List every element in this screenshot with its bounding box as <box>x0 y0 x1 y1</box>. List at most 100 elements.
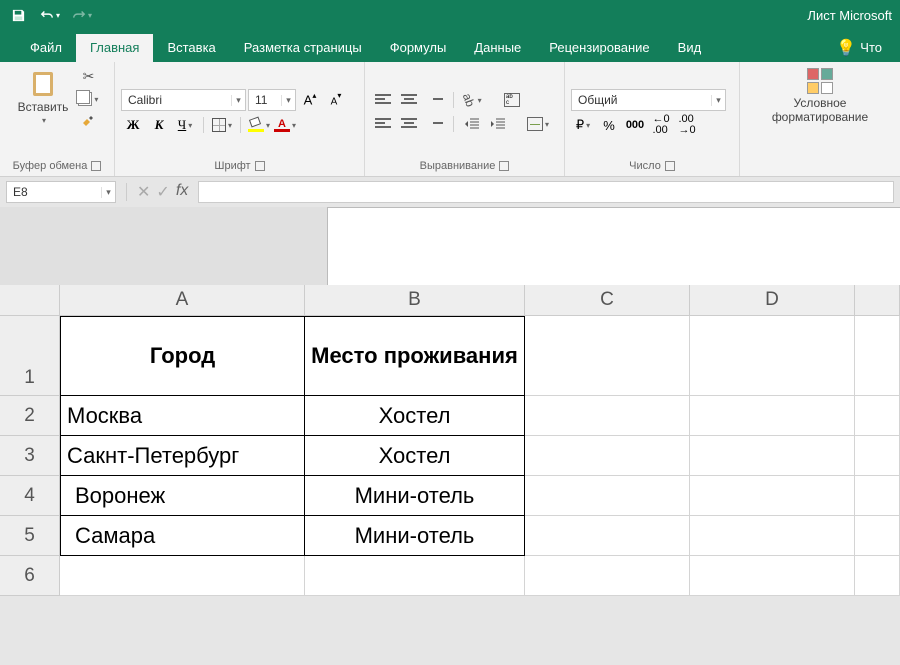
alignment-dialog-launcher[interactable] <box>499 161 509 171</box>
select-all-corner[interactable] <box>0 285 60 316</box>
orientation-button[interactable]: ab▾ <box>460 90 484 110</box>
font-color-button[interactable]: A▾ <box>273 115 297 135</box>
italic-button[interactable]: К <box>147 115 171 135</box>
cell-d1[interactable] <box>690 316 855 396</box>
font-dialog-launcher[interactable] <box>255 161 265 171</box>
col-header-b[interactable]: B <box>305 285 525 316</box>
cell-b3[interactable]: Хостел <box>305 436 525 476</box>
font-name-combo[interactable]: Calibri▾ <box>121 89 246 111</box>
tab-insert[interactable]: Вставка <box>153 34 229 62</box>
borders-button[interactable]: ▾ <box>210 115 234 135</box>
cell-a6[interactable] <box>60 556 305 596</box>
cell-c2[interactable] <box>525 396 690 436</box>
formula-input[interactable] <box>198 181 894 203</box>
align-center-button[interactable] <box>397 114 421 134</box>
merge-button[interactable]: ▾ <box>526 114 550 134</box>
grow-font-button[interactable]: A▴ <box>298 90 322 110</box>
number-dialog-launcher[interactable] <box>665 161 675 171</box>
tab-home[interactable]: Главная <box>76 34 153 62</box>
row-header-3[interactable]: 3 <box>0 436 60 476</box>
cell-a3[interactable]: Сакнт-Петербург <box>60 436 305 476</box>
enter-formula-button: ✓ <box>156 182 169 202</box>
align-left-button[interactable] <box>371 114 395 134</box>
tell-me[interactable]: Что <box>860 34 896 62</box>
cell-c5[interactable] <box>525 516 690 556</box>
cell-a4[interactable]: Воронеж <box>60 476 305 516</box>
row-header-5[interactable]: 5 <box>0 516 60 556</box>
cell-d3[interactable] <box>690 436 855 476</box>
tab-review[interactable]: Рецензирование <box>535 34 663 62</box>
currency-icon: ₽ <box>576 117 584 133</box>
cell-c1[interactable] <box>525 316 690 396</box>
cell-c3[interactable] <box>525 436 690 476</box>
cell-b5[interactable]: Мини-отель <box>305 516 525 556</box>
wrap-text-button[interactable] <box>500 90 524 110</box>
decrease-decimal-button[interactable]: .00→0 <box>675 115 699 135</box>
cell-e2[interactable] <box>855 396 900 436</box>
name-box[interactable]: E8▾ <box>6 181 116 203</box>
increase-decimal-button[interactable]: ←0.00 <box>649 115 673 135</box>
qat: ▾ ▾ <box>8 5 92 25</box>
col-header-c[interactable]: C <box>525 285 690 316</box>
undo-button[interactable]: ▾ <box>40 5 60 25</box>
cell-e6[interactable] <box>855 556 900 596</box>
tab-view[interactable]: Вид <box>664 34 716 62</box>
align-bottom-button[interactable] <box>423 90 447 110</box>
cell-d6[interactable] <box>690 556 855 596</box>
cell-d2[interactable] <box>690 396 855 436</box>
cell-e1[interactable] <box>855 316 900 396</box>
decrease-indent-button[interactable] <box>460 114 484 134</box>
conditional-formatting-button[interactable]: Условноеформатирование <box>768 66 872 126</box>
clipboard-dialog-launcher[interactable] <box>91 161 101 171</box>
cell-d4[interactable] <box>690 476 855 516</box>
row-header-6[interactable]: 6 <box>0 556 60 596</box>
cell-d5[interactable] <box>690 516 855 556</box>
cell-b4[interactable]: Мини-отель <box>305 476 525 516</box>
cell-e3[interactable] <box>855 436 900 476</box>
cell-a1[interactable]: Город <box>60 316 305 396</box>
cell-c4[interactable] <box>525 476 690 516</box>
formula-bar: E8▾ ✕ ✓ fx <box>0 177 900 207</box>
increase-indent-button[interactable] <box>486 114 510 134</box>
paste-button[interactable]: Вставить ▾ <box>14 66 73 158</box>
save-button[interactable] <box>8 5 28 25</box>
copy-button[interactable]: ▾ <box>76 89 100 109</box>
tab-formulas[interactable]: Формулы <box>376 34 461 62</box>
col-header-d[interactable]: D <box>690 285 855 316</box>
cell-e5[interactable] <box>855 516 900 556</box>
cell-b1[interactable]: Место проживания <box>305 316 525 396</box>
group-clipboard: Вставить ▾ ✂ ▾ Буфер обмена <box>0 62 115 176</box>
cell-e4[interactable] <box>855 476 900 516</box>
row-header-2[interactable]: 2 <box>0 396 60 436</box>
cell-a2[interactable]: Москва <box>60 396 305 436</box>
align-right-button[interactable] <box>423 114 447 134</box>
tab-data[interactable]: Данные <box>460 34 535 62</box>
cell-a5[interactable]: Самара <box>60 516 305 556</box>
cell-b6[interactable] <box>305 556 525 596</box>
cut-button[interactable]: ✂ <box>76 66 100 86</box>
format-painter-button[interactable] <box>76 112 100 132</box>
paste-label: Вставить <box>18 100 69 114</box>
cell-b2[interactable]: Хостел <box>305 396 525 436</box>
fill-color-button[interactable]: ▾ <box>247 115 271 135</box>
col-header-a[interactable]: A <box>60 285 305 316</box>
underline-button[interactable]: Ч▾ <box>173 115 197 135</box>
percent-button[interactable]: % <box>597 115 621 135</box>
align-middle-button[interactable] <box>397 90 421 110</box>
underline-icon: Ч <box>178 117 186 133</box>
shrink-font-button[interactable]: A▾ <box>324 90 348 110</box>
align-top-button[interactable] <box>371 90 395 110</box>
fx-button[interactable]: fx <box>176 182 188 202</box>
cell-c6[interactable] <box>525 556 690 596</box>
number-format-combo[interactable]: Общий▾ <box>571 89 726 111</box>
row-header-4[interactable]: 4 <box>0 476 60 516</box>
row-header-1[interactable]: 1 <box>0 316 60 396</box>
tab-page-layout[interactable]: Разметка страницы <box>230 34 376 62</box>
bold-button[interactable]: Ж <box>121 115 145 135</box>
comma-button[interactable]: 000 <box>623 115 647 135</box>
currency-button[interactable]: ₽▾ <box>571 115 595 135</box>
font-size-combo[interactable]: 11▾ <box>248 89 296 111</box>
col-header-e[interactable] <box>855 285 900 316</box>
align-left-icon <box>375 118 391 130</box>
tab-file[interactable]: Файл <box>16 34 76 62</box>
